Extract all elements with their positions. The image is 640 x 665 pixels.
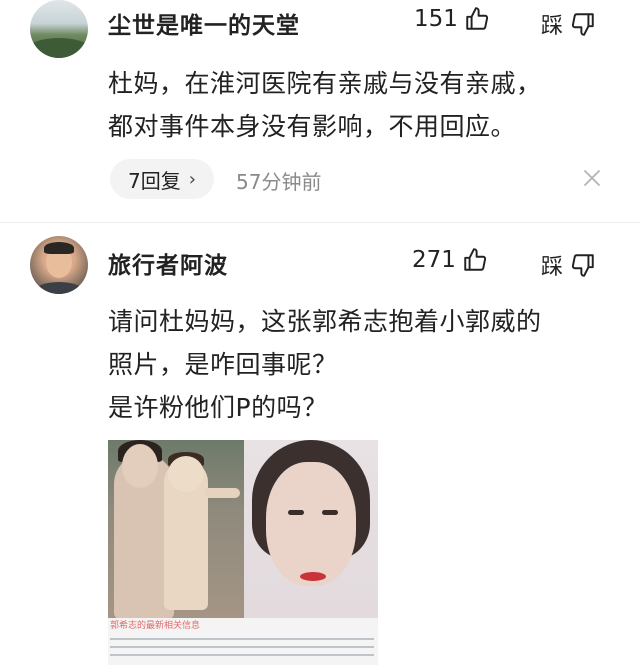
image-caption: 郭希志的最新相关信息: [110, 621, 201, 631]
comment-image[interactable]: 郭希志的最新相关信息: [108, 440, 378, 665]
image-text-lines: [110, 632, 374, 662]
close-icon[interactable]: [582, 168, 602, 188]
timestamp: 57分钟前: [236, 170, 322, 194]
comment-line: 都对事件本身没有影响，不用回应。: [108, 112, 517, 141]
dislike-label: 踩: [541, 14, 564, 39]
photo-portrait: [244, 440, 378, 618]
username[interactable]: 旅行者阿波: [108, 246, 228, 280]
chevron-right-icon: ›: [188, 168, 196, 190]
comment-line: 是许粉他们P的吗？: [108, 393, 328, 422]
photo-mother-child: [108, 440, 244, 619]
thumbs-up-icon: [464, 248, 486, 271]
comment-line: 照片，是咋回事呢？: [108, 350, 338, 379]
like-count: 271: [412, 247, 456, 273]
avatar[interactable]: [30, 236, 88, 294]
comment-text: 请问杜妈妈，这张郭希志抱着小郭威的 照片，是咋回事呢？ 是许粉他们P的吗？: [108, 300, 542, 429]
comment-line: 杜妈，在淮河医院有亲戚与没有亲戚，: [108, 69, 542, 98]
like-button[interactable]: 271: [412, 247, 488, 273]
comment-line: 请问杜妈妈，这张郭希志抱着小郭威的: [108, 307, 542, 336]
replies-label: 7回复: [128, 168, 181, 193]
divider: [0, 222, 640, 223]
comment-text: 杜妈，在淮河医院有亲戚与没有亲戚， 都对事件本身没有影响，不用回应。: [108, 62, 542, 148]
username[interactable]: 尘世是唯一的天堂: [108, 6, 300, 40]
avatar[interactable]: [30, 0, 88, 58]
like-button[interactable]: 151: [414, 6, 490, 32]
dislike-button[interactable]: 踩: [541, 249, 596, 281]
thumbs-down-icon: [571, 13, 594, 36]
dislike-button[interactable]: 踩: [541, 8, 596, 40]
thumbs-down-icon: [571, 254, 594, 277]
thumbs-up-icon: [466, 7, 488, 30]
like-count: 151: [414, 6, 458, 32]
view-replies-button[interactable]: 7回复 ›: [110, 159, 214, 199]
dislike-label: 踩: [541, 255, 564, 280]
